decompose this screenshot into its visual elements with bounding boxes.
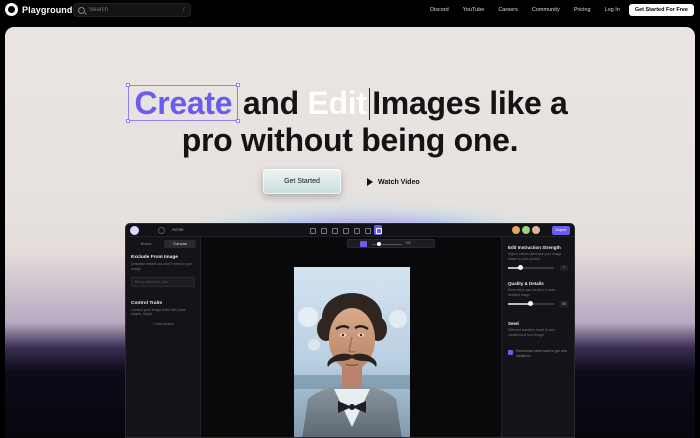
strength-title: Edit Instruction Strength <box>508 245 561 250</box>
editor-preview: Acme Export Board Canvas Exclude From Im… <box>125 223 575 438</box>
slider-knob[interactable] <box>528 301 533 306</box>
seed-description: Different numbers result in new variatio… <box>508 328 555 337</box>
randomize-seed-checkbox[interactable]: Randomize seed value to get new variatio… <box>508 349 568 358</box>
top-nav: Playground / Discord YouTube Careers Com… <box>0 0 700 20</box>
history-icon[interactable] <box>158 227 165 234</box>
playground-logo-icon <box>5 3 18 16</box>
headline-edit-word: Edit <box>307 85 367 121</box>
board-name: Acme <box>172 227 184 232</box>
avatar[interactable] <box>522 226 530 234</box>
quality-description: More steps can result in a more detailed… <box>508 288 556 297</box>
editor-toolbar <box>308 225 382 235</box>
brand-name: Playground <box>22 4 73 15</box>
get-started-button[interactable]: Get Started <box>263 169 341 194</box>
crop-icon[interactable] <box>341 225 349 235</box>
brand-logo[interactable]: Playground <box>5 3 73 16</box>
control-title: Control Traits <box>131 300 163 306</box>
avatar[interactable] <box>512 226 520 234</box>
watch-video-label: Watch Video <box>378 178 420 186</box>
strength-slider[interactable]: 7 <box>508 265 568 271</box>
editor-canvas[interactable]: 100 <box>202 237 502 437</box>
headline-rest: Images like a <box>372 85 568 121</box>
strength-description: Higher values will make your image close… <box>508 252 562 261</box>
strength-value[interactable]: 7 <box>560 265 568 271</box>
brush-size-knob[interactable] <box>377 242 381 246</box>
edit-brush-icon[interactable] <box>360 241 367 247</box>
nav-link-login[interactable]: Log In <box>605 3 620 17</box>
app-logo-icon <box>130 226 139 235</box>
headline-create-word: Create <box>126 83 241 123</box>
search-icon <box>78 6 85 14</box>
selection-box <box>126 83 241 123</box>
nav-link-discord[interactable]: Discord <box>430 3 449 17</box>
avatar[interactable] <box>532 226 540 234</box>
tab-board[interactable]: Board <box>130 240 162 248</box>
randomize-seed-label: Randomize seed value to get new variatio… <box>516 349 568 358</box>
left-panel: Board Canvas Exclude From Image Describe… <box>126 237 201 437</box>
export-button[interactable]: Export <box>552 226 570 235</box>
editor-topbar: Acme Export <box>126 224 574 237</box>
nav-link-community[interactable]: Community <box>532 3 560 17</box>
slider-knob[interactable] <box>518 265 523 270</box>
nav-link-youtube[interactable]: YouTube <box>463 3 485 17</box>
selection-handle <box>126 83 131 87</box>
exclude-input[interactable]: Blurry, distorted, low... <box>131 276 195 287</box>
search-input[interactable] <box>89 7 179 13</box>
brush-icon[interactable] <box>352 225 360 235</box>
edit-tool-icon[interactable] <box>374 225 382 235</box>
get-started-free-button[interactable]: Get Started For Free <box>628 4 694 16</box>
exclude-description: Describe details you don't want in your … <box>131 262 193 271</box>
headline-line2: pro without being one. <box>181 122 519 158</box>
hero-section: Create and Edit Images like a pro without… <box>5 27 695 438</box>
text-cursor <box>368 88 371 120</box>
search-shortcut: / <box>183 7 185 13</box>
quality-slider[interactable]: 50 <box>508 301 568 307</box>
exclude-title: Exclude From Image <box>131 255 178 260</box>
selection-handle <box>236 119 241 123</box>
search-box[interactable]: / <box>73 3 191 17</box>
quality-title: Quality & Details <box>508 281 544 286</box>
watch-video-button[interactable]: Watch Video <box>367 175 420 189</box>
zoom-value: 100 <box>405 241 411 245</box>
select-icon[interactable] <box>319 225 327 235</box>
nav-links: Discord YouTube Careers Community Pricin… <box>416 3 694 17</box>
portrait-illustration <box>294 267 410 437</box>
quality-value[interactable]: 50 <box>560 301 568 307</box>
play-icon <box>367 178 373 186</box>
slider-fill <box>508 303 530 305</box>
nav-link-careers[interactable]: Careers <box>498 3 518 17</box>
control-description: Control your image traits like pose, edg… <box>131 307 187 317</box>
checkbox-checked-icon[interactable] <box>508 350 513 355</box>
hand-icon[interactable] <box>330 225 338 235</box>
add-control-button[interactable]: + Add control <box>131 322 195 326</box>
headline-and: and <box>242 85 299 121</box>
collaborators <box>512 226 540 234</box>
nav-link-pricing[interactable]: Pricing <box>574 3 591 17</box>
left-panel-tabs: Board Canvas <box>130 240 196 248</box>
selection-handle <box>126 119 131 123</box>
seed-title: Seed <box>508 321 519 326</box>
canvas-controls: 100 <box>347 239 435 248</box>
portrait-image[interactable] <box>294 267 410 437</box>
hero-headline: Create and Edit Images like a pro without… <box>5 83 695 159</box>
selection-handle <box>236 83 241 87</box>
text-icon[interactable] <box>363 225 371 235</box>
tab-canvas[interactable]: Canvas <box>164 240 196 248</box>
file-icon[interactable] <box>308 225 316 235</box>
right-panel: Edit Instruction Strength Higher values … <box>501 237 574 437</box>
